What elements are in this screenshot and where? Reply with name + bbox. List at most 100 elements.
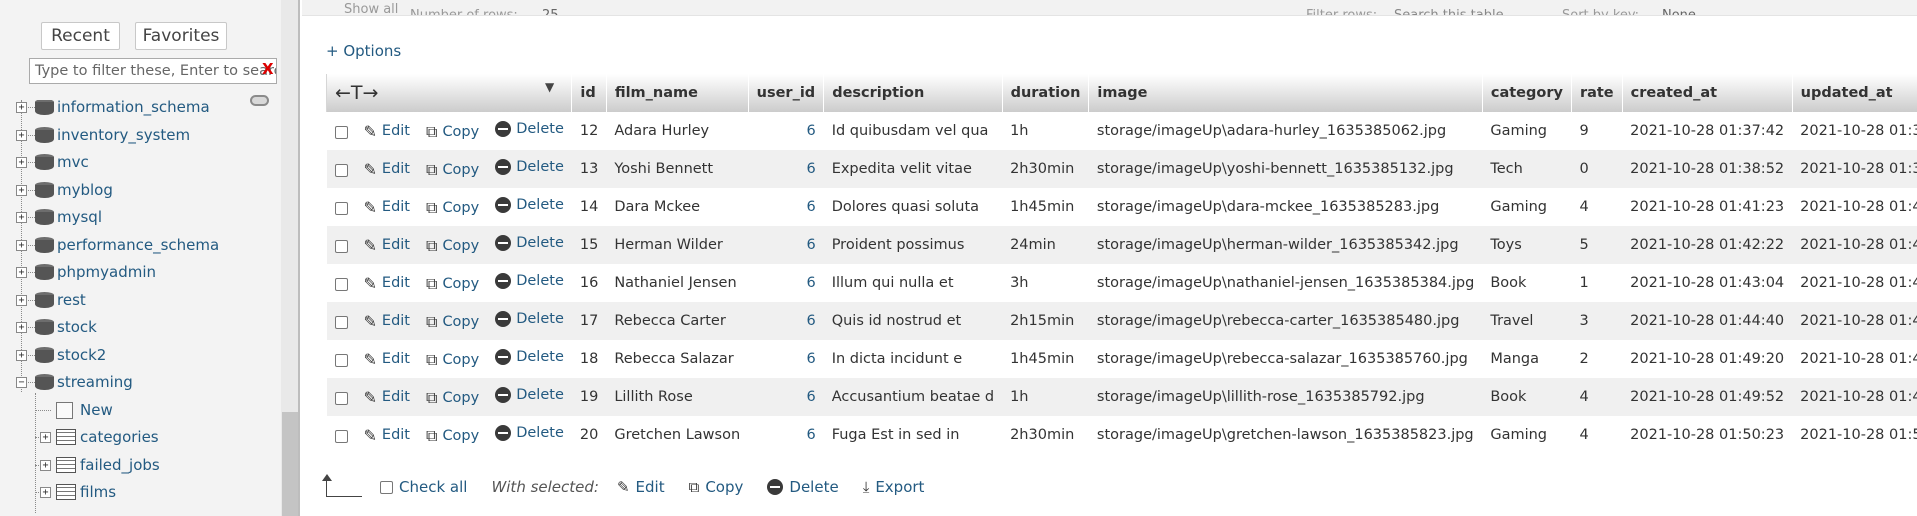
bulk-copy-button[interactable]: ⧉ Copy bbox=[689, 478, 744, 496]
database-information_schema[interactable]: information_schema bbox=[57, 100, 210, 118]
cell-description[interactable]: Id quibusdam vel qua bbox=[823, 112, 1003, 150]
cell-id[interactable]: 14 bbox=[571, 188, 607, 226]
cell-rate[interactable]: 4 bbox=[1571, 416, 1623, 454]
sort-by-key-select[interactable]: None bbox=[1662, 8, 1696, 15]
cell-created-at[interactable]: 2021-10-28 01:43:04 bbox=[1622, 264, 1793, 302]
column-header-rate[interactable]: rate bbox=[1570, 74, 1623, 112]
table-row[interactable]: ✎ Edit ⧉ Copy Delete 15 Herman Wilder 6 Proident… bbox=[326, 226, 1917, 264]
cell-updated-at[interactable]: 2021-10-28 01:41:23 bbox=[1792, 188, 1917, 226]
cell-id[interactable]: 16 bbox=[571, 264, 607, 302]
cell-category[interactable]: Gaming bbox=[1482, 188, 1572, 226]
row-checkbox[interactable] bbox=[334, 164, 348, 177]
row-checkbox[interactable] bbox=[334, 126, 348, 139]
row-edit-button[interactable]: ✎ Edit bbox=[364, 426, 411, 445]
cell-rate[interactable]: 1 bbox=[1571, 264, 1623, 302]
expand-mysql-toggle[interactable]: + bbox=[16, 212, 27, 223]
table-films[interactable]: films bbox=[80, 481, 116, 503]
expand-films-toggle[interactable]: + bbox=[40, 487, 51, 498]
row-edit-button[interactable]: ✎ Edit bbox=[364, 350, 411, 369]
row-copy-button[interactable]: ⧉ Copy bbox=[426, 274, 479, 294]
column-header-description[interactable]: description bbox=[823, 74, 1003, 112]
cell-duration[interactable]: 24min bbox=[1002, 226, 1089, 264]
database-performance_schema[interactable]: performance_schema bbox=[57, 234, 219, 256]
bulk-delete-button[interactable]: Delete bbox=[767, 478, 839, 496]
cell-film-name[interactable]: Dara Mckee bbox=[606, 188, 749, 226]
sort-dropdown-chevron-icon[interactable]: ⌄ bbox=[1882, 8, 1893, 15]
row-copy-button[interactable]: ⧉ Copy bbox=[426, 350, 479, 370]
cell-created-at[interactable]: 2021-10-28 01:37:42 bbox=[1622, 112, 1793, 150]
row-delete-button[interactable]: Delete bbox=[495, 348, 564, 365]
expand-inventory_system-toggle[interactable]: + bbox=[16, 129, 27, 141]
cell-image[interactable]: storage/imageUp\rebecca-carter_163538548… bbox=[1088, 302, 1483, 340]
cell-created-at[interactable]: 2021-10-28 01:49:52 bbox=[1622, 378, 1793, 416]
table-row[interactable]: ✎ Edit ⧉ Copy Delete 14 Dara Mckee 6 Dolores qua… bbox=[326, 188, 1917, 226]
number-of-rows-select[interactable]: 25 bbox=[542, 8, 559, 15]
database-mysql[interactable]: mysql bbox=[57, 206, 102, 228]
row-checkbox[interactable] bbox=[334, 354, 348, 367]
row-copy-button[interactable]: ⧉ Copy bbox=[426, 236, 479, 256]
column-header-user-id[interactable]: user_id bbox=[747, 74, 825, 112]
row-edit-button[interactable]: ✎ Edit bbox=[364, 312, 411, 331]
row-delete-button[interactable]: Delete bbox=[495, 310, 564, 327]
expand-information_schema-toggle[interactable]: + bbox=[16, 102, 27, 113]
database-streaming[interactable]: streaming bbox=[57, 371, 133, 393]
expand-failed_jobs-toggle[interactable]: + bbox=[40, 459, 51, 471]
cell-created-at[interactable]: 2021-10-28 01:42:22 bbox=[1622, 226, 1793, 264]
cell-created-at[interactable]: 2021-10-28 01:49:20 bbox=[1622, 340, 1793, 378]
cell-user-id[interactable]: 6 bbox=[748, 340, 824, 378]
cell-film-name[interactable]: Herman Wilder bbox=[606, 226, 749, 264]
row-checkbox[interactable] bbox=[334, 240, 348, 253]
cell-created-at[interactable]: 2021-10-28 01:41:23 bbox=[1622, 188, 1793, 226]
cell-film-name[interactable]: Rebecca Salazar bbox=[606, 340, 749, 378]
column-header-category[interactable]: category bbox=[1481, 74, 1572, 112]
row-edit-button[interactable]: ✎ Edit bbox=[364, 122, 411, 141]
expand-streaming-toggle[interactable]: − bbox=[16, 377, 27, 388]
clear-filter-icon[interactable]: X bbox=[262, 60, 274, 78]
cell-user-id[interactable]: 6 bbox=[748, 188, 824, 226]
row-checkbox[interactable] bbox=[334, 316, 348, 329]
cell-created-at[interactable]: 2021-10-28 01:50:23 bbox=[1622, 416, 1793, 454]
database-stock[interactable]: stock bbox=[57, 316, 97, 338]
cell-image[interactable]: storage/imageUp\yoshi-bennett_1635385132… bbox=[1088, 150, 1483, 188]
bulk-edit-button[interactable]: ✎ Edit bbox=[617, 478, 665, 496]
row-copy-button[interactable]: ⧉ Copy bbox=[426, 160, 479, 180]
cell-id[interactable]: 12 bbox=[571, 112, 607, 150]
expand-stock-toggle[interactable]: + bbox=[16, 322, 27, 333]
column-header-created-at[interactable]: created_at bbox=[1621, 74, 1793, 112]
table-row[interactable]: ✎ Edit ⧉ Copy Delete 18 Rebecca Salazar 6 In dic… bbox=[326, 340, 1917, 378]
row-checkbox[interactable] bbox=[334, 392, 348, 405]
navigation-filter-input[interactable]: Type to filter these, Enter to search al… bbox=[29, 58, 277, 84]
row-delete-button[interactable]: Delete bbox=[495, 272, 564, 289]
expand-phpmyadmin-toggle[interactable]: + bbox=[16, 267, 27, 278]
cell-image[interactable]: storage/imageUp\dara-mckee_1635385283.jp… bbox=[1088, 188, 1483, 226]
cell-duration[interactable]: 1h bbox=[1002, 112, 1089, 150]
expand-categories-toggle[interactable]: + bbox=[40, 432, 51, 443]
cell-category[interactable]: Travel bbox=[1482, 302, 1572, 340]
cell-updated-at[interactable]: 2021-10-28 01:50:23 bbox=[1792, 416, 1917, 454]
cell-rate[interactable]: 2 bbox=[1571, 340, 1623, 378]
row-edit-button[interactable]: ✎ Edit bbox=[364, 236, 411, 255]
cell-rate[interactable]: 0 bbox=[1571, 150, 1623, 188]
cell-id[interactable]: 18 bbox=[571, 340, 607, 378]
cell-category[interactable]: Tech bbox=[1482, 150, 1572, 188]
row-checkbox[interactable] bbox=[334, 278, 348, 291]
cell-user-id[interactable]: 6 bbox=[748, 226, 824, 264]
column-header-updated-at[interactable]: updated_at bbox=[1791, 74, 1917, 112]
table-failed-jobs[interactable]: failed_jobs bbox=[80, 454, 160, 476]
row-copy-button[interactable]: ⧉ Copy bbox=[426, 388, 479, 408]
row-checkbox[interactable] bbox=[334, 430, 348, 443]
cell-image[interactable]: storage/imageUp\gretchen-lawson_16353858… bbox=[1088, 416, 1483, 454]
cell-film-name[interactable]: Lillith Rose bbox=[606, 378, 749, 416]
column-menu-chevron-icon[interactable]: ▼ bbox=[545, 80, 554, 94]
database-mvc[interactable]: mvc bbox=[57, 151, 89, 173]
favorites-tab-button[interactable]: Favorites bbox=[135, 22, 227, 50]
cell-category[interactable]: Book bbox=[1482, 264, 1572, 302]
cell-film-name[interactable]: Rebecca Carter bbox=[606, 302, 749, 340]
table-row[interactable]: ✎ Edit ⧉ Copy Delete 12 Adara Hurley 6 Id quibus… bbox=[326, 112, 1917, 150]
cell-duration[interactable]: 1h bbox=[1002, 378, 1089, 416]
column-header-id[interactable]: id bbox=[571, 74, 607, 112]
column-header-duration[interactable]: duration bbox=[1001, 74, 1090, 112]
cell-rate[interactable]: 5 bbox=[1571, 226, 1623, 264]
cell-film-name[interactable]: Nathaniel Jensen bbox=[606, 264, 749, 302]
cell-description[interactable]: Illum qui nulla et bbox=[823, 264, 1003, 302]
